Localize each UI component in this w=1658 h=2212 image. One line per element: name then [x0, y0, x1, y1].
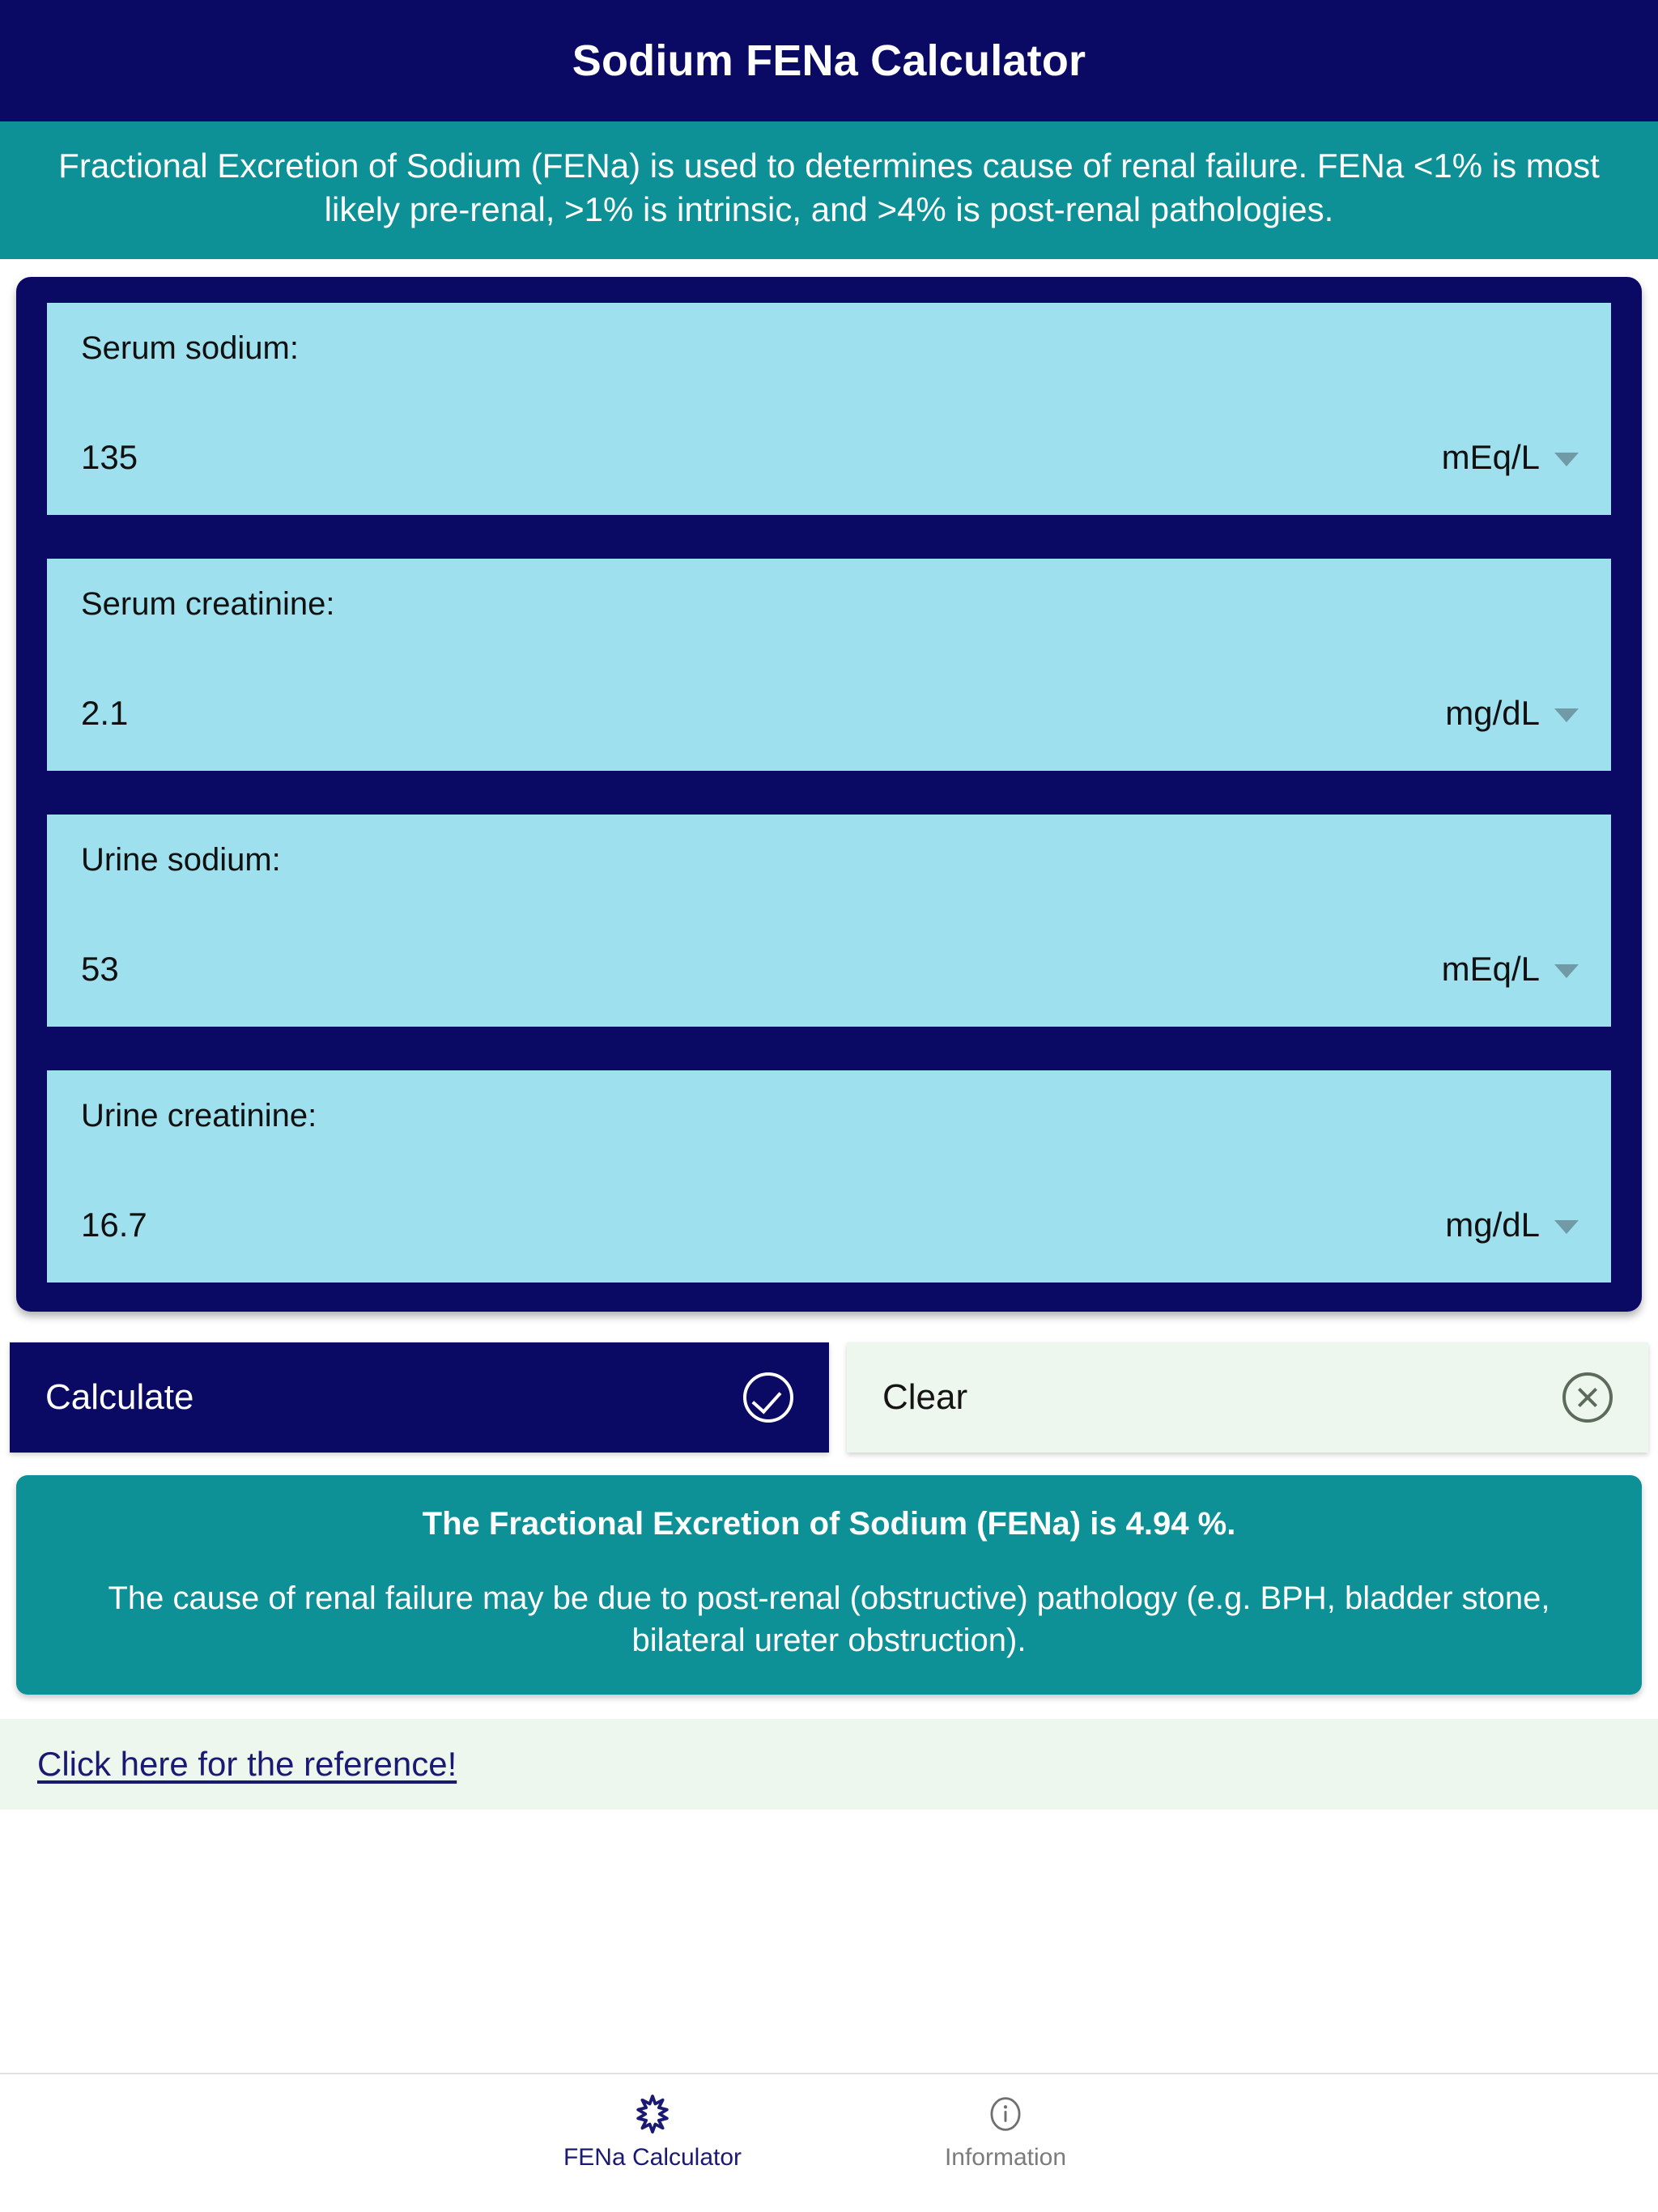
clear-button[interactable]: Clear [847, 1342, 1648, 1453]
serum-sodium-unit-select[interactable]: mEq/L [1442, 440, 1579, 474]
urine-creatinine-unit-select[interactable]: mg/dL [1445, 1205, 1579, 1244]
field-label-urine-sodium: Urine sodium: [81, 841, 281, 878]
input-card-wrapper: Serum sodium: 135 mEq/L Serum creatinine… [0, 259, 1658, 1312]
star-of-life-icon [636, 2095, 669, 2133]
close-circle-icon [1562, 1372, 1613, 1423]
chevron-down-icon [1554, 1220, 1579, 1234]
title-bar: Sodium FENa Calculator [0, 0, 1658, 121]
urine-sodium-input[interactable]: 53 [81, 951, 119, 986]
result-detail: The cause of renal failure may be due to… [108, 1580, 1550, 1659]
bottom-tab-bar: FENa Calculator Information [0, 2073, 1658, 2212]
serum-sodium-input[interactable]: 135 [81, 440, 138, 474]
tab-information[interactable]: Information [908, 2092, 1103, 2170]
info-circle-icon [990, 2097, 1021, 2131]
field-label-serum-creatinine: Serum creatinine: [81, 585, 335, 622]
urine-sodium-unit-label: mEq/L [1441, 949, 1540, 988]
chevron-down-icon [1554, 453, 1579, 466]
input-card: Serum sodium: 135 mEq/L Serum creatinine… [16, 276, 1642, 1312]
calculate-button[interactable]: Calculate [10, 1342, 829, 1453]
description-text: Fractional Excretion of Sodium (FENa) is… [58, 147, 1600, 228]
action-button-row: Calculate Clear [0, 1312, 1658, 1453]
app-screen: Sodium FENa Calculator Fractional Excret… [0, 0, 1658, 2212]
reference-bar: Click here for the reference! [0, 1719, 1658, 1810]
result-headline: The Fractional Excretion of Sodium (FENa… [422, 1505, 1236, 1542]
field-serum-creatinine[interactable]: Serum creatinine: 2.1 mg/dL [47, 558, 1611, 771]
field-serum-sodium[interactable]: Serum sodium: 135 mEq/L [47, 302, 1611, 515]
check-circle-icon [743, 1372, 793, 1423]
field-row-urine-creatinine: 16.7 mg/dL [81, 1205, 1579, 1257]
serum-creatinine-unit-label: mg/dL [1445, 693, 1540, 732]
tab-fena-calculator[interactable]: FENa Calculator [555, 2092, 750, 2170]
tab-label-information: Information [944, 2144, 1067, 2171]
chevron-down-icon [1554, 964, 1579, 978]
field-row-urine-sodium: 53 mEq/L [81, 949, 1579, 1001]
urine-creatinine-unit-label: mg/dL [1445, 1205, 1540, 1244]
reference-link[interactable]: Click here for the reference! [37, 1745, 457, 1784]
field-row-serum-creatinine: 2.1 mg/dL [81, 696, 1579, 745]
field-urine-creatinine[interactable]: Urine creatinine: 16.7 mg/dL [47, 1070, 1611, 1283]
field-row-serum-sodium: 135 mEq/L [81, 440, 1579, 489]
urine-creatinine-input[interactable]: 16.7 [81, 1207, 147, 1242]
urine-sodium-unit-select[interactable]: mEq/L [1441, 949, 1579, 988]
field-label-urine-creatinine: Urine creatinine: [81, 1097, 317, 1134]
clear-button-label: Clear [882, 1376, 968, 1417]
field-urine-sodium[interactable]: Urine sodium: 53 mEq/L [47, 814, 1611, 1027]
serum-creatinine-unit-select[interactable]: mg/dL [1445, 696, 1579, 730]
tab-label-fena-calculator: FENa Calculator [563, 2144, 742, 2171]
result-box: The Fractional Excretion of Sodium (FENa… [16, 1474, 1642, 1695]
serum-creatinine-input[interactable]: 2.1 [81, 696, 128, 730]
calculate-button-label: Calculate [45, 1376, 194, 1417]
field-label-serum-sodium: Serum sodium: [81, 330, 299, 366]
chevron-down-icon [1554, 708, 1579, 722]
page-title: Sodium FENa Calculator [572, 36, 1086, 85]
content-spacer [0, 1810, 1658, 2073]
serum-sodium-unit-label: mEq/L [1441, 437, 1540, 476]
result-wrapper: The Fractional Excretion of Sodium (FENa… [0, 1453, 1658, 1695]
description-banner: Fractional Excretion of Sodium (FENa) is… [0, 121, 1658, 259]
